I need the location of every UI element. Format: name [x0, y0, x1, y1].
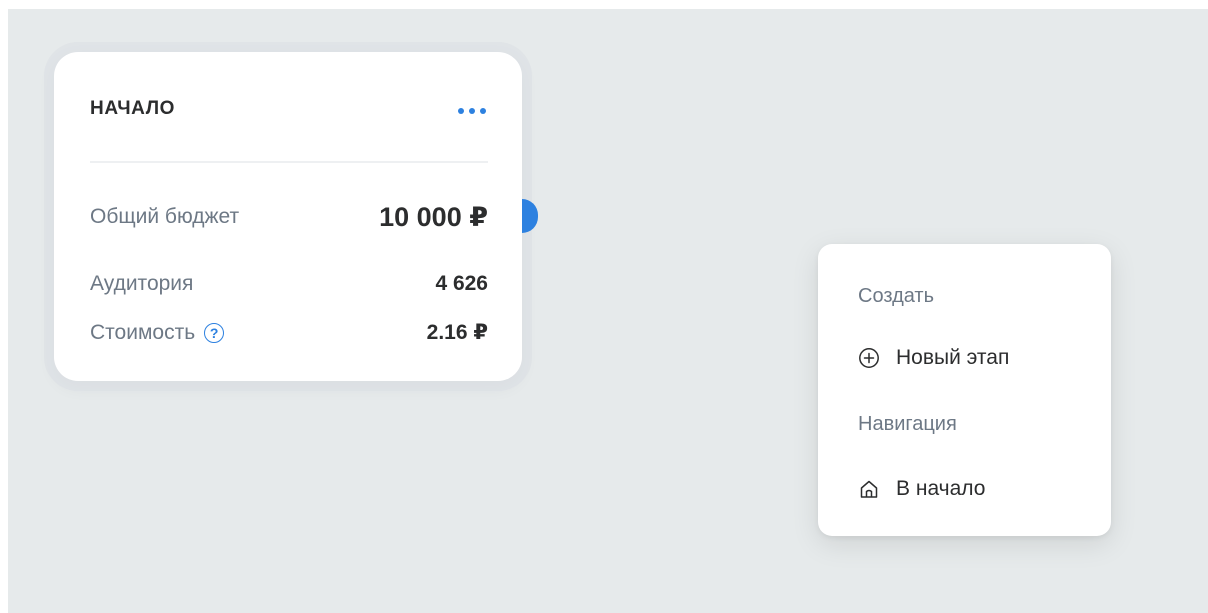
more-horizontal-icon-dot: [469, 108, 475, 114]
menu-item-go-start[interactable]: В начало: [850, 469, 1095, 509]
metric-row-audience: Аудитория 4 626: [90, 272, 488, 296]
question-circle-icon[interactable]: ?: [204, 322, 225, 343]
menu-item-new-stage[interactable]: Новый этап: [850, 338, 1095, 378]
menu-section-navigation: Навигация: [858, 413, 957, 435]
metric-row-cost: Стоимость ? 2.16 ₽: [90, 320, 488, 345]
connector-handle[interactable]: [522, 199, 538, 233]
home-icon: [858, 478, 880, 500]
metric-value-budget: 10 000 ₽: [379, 201, 488, 232]
metric-label-audience: Аудитория: [90, 272, 194, 295]
plus-circle-icon: [858, 347, 880, 369]
menu-item-go-start-label: В начало: [896, 477, 986, 500]
metric-label-cost: Стоимость: [90, 320, 196, 344]
more-horizontal-icon: [458, 108, 464, 114]
stage-title: НАЧАЛО: [90, 98, 176, 119]
menu-section-create: Создать: [858, 285, 935, 307]
card-divider: [90, 161, 488, 163]
menu-item-new-stage-label: Новый этап: [896, 346, 1010, 369]
metric-value-cost: 2.16 ₽: [426, 321, 488, 344]
more-horizontal-icon-dot: [480, 108, 486, 114]
context-menu: Создать Новый этап Навигация В начало: [818, 244, 1111, 536]
metric-label-budget: Общий бюджет: [90, 205, 240, 228]
metric-value-audience: 4 626: [435, 272, 488, 295]
metric-label-cost-wrap: Стоимость ?: [90, 320, 225, 345]
metric-row-budget: Общий бюджет 10 000 ₽: [90, 199, 488, 235]
card-header: НАЧАЛО: [90, 96, 488, 126]
more-options-button[interactable]: [452, 100, 492, 122]
flow-canvas[interactable]: НАЧАЛО Общий бюджет 10 000 ₽ Аудитория 4…: [8, 9, 1208, 613]
stage-card[interactable]: НАЧАЛО Общий бюджет 10 000 ₽ Аудитория 4…: [54, 52, 522, 381]
